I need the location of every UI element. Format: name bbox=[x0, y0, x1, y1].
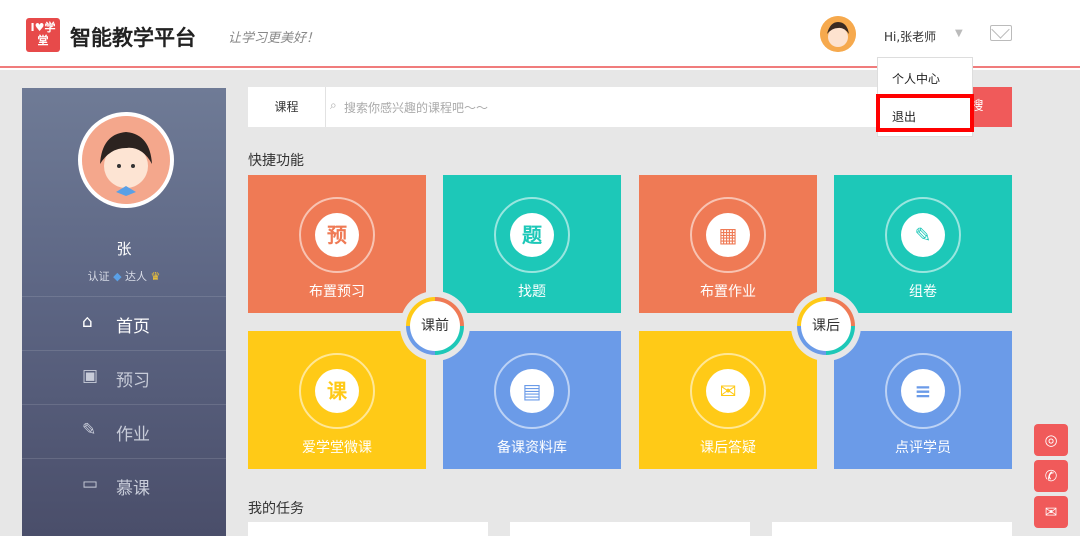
tile-micro-lessons[interactable]: 课 爱学堂微课 bbox=[248, 331, 426, 469]
nav-label: 预习 bbox=[116, 371, 150, 391]
task-card[interactable] bbox=[510, 522, 750, 542]
search-icon: ⌕ bbox=[330, 98, 337, 112]
user-avatar[interactable] bbox=[820, 16, 856, 52]
preview-icon: ▣ bbox=[82, 366, 99, 386]
chat-icon: ✉ bbox=[706, 369, 750, 413]
tile-find-questions[interactable]: 题 找题 bbox=[443, 175, 621, 313]
logo-text: I♥学堂 bbox=[30, 21, 56, 47]
nav-label: 作业 bbox=[116, 425, 150, 445]
search-category-select[interactable]: 课程 bbox=[248, 87, 326, 127]
book-icon: ▤ bbox=[510, 369, 554, 413]
tile-after-class-qa[interactable]: ✉ 课后答疑 bbox=[639, 331, 817, 469]
nav-item-preview[interactable]: ▣ 预习 bbox=[22, 350, 226, 402]
phase-label: 课前 bbox=[410, 301, 460, 351]
main-area: 张 认证 ◆ 达人 ♛ ⌂ 首页 ▣ 预习 ✎ 作业 ▭ 慕课 课程 ⌕ 搜索你… bbox=[0, 70, 1080, 542]
tile-label: 布置作业 bbox=[700, 284, 756, 300]
tile-compose-paper[interactable]: ✎ 组卷 bbox=[834, 175, 1012, 313]
tile-label: 布置预习 bbox=[309, 284, 365, 300]
mail-float-icon[interactable]: ✉ bbox=[1034, 496, 1068, 528]
tile-label: 组卷 bbox=[909, 284, 937, 300]
phase-before-class: 课前 bbox=[400, 291, 470, 361]
nav-item-home[interactable]: ⌂ 首页 bbox=[22, 296, 226, 348]
mail-icon[interactable] bbox=[990, 25, 1012, 41]
tile-resource-library[interactable]: ▤ 备课资料库 bbox=[443, 331, 621, 469]
user-greeting[interactable]: Hi,张老师 bbox=[884, 28, 936, 45]
support-icon[interactable]: ◎ bbox=[1034, 424, 1068, 456]
cert-label: 认证 bbox=[87, 270, 110, 283]
profile-name: 张 bbox=[116, 240, 132, 258]
question-search-icon: 题 bbox=[510, 213, 554, 257]
search-input[interactable]: 搜索你感兴趣的课程吧～～ bbox=[344, 99, 488, 116]
tile-label: 点评学员 bbox=[895, 440, 951, 456]
comment-icon: ≡ bbox=[901, 369, 945, 413]
my-tasks-title: 我的任务 bbox=[248, 501, 304, 517]
tile-label: 找题 bbox=[518, 284, 546, 300]
expert-label: 达人 bbox=[125, 270, 148, 283]
home-icon: ⌂ bbox=[82, 312, 93, 332]
profile-avatar[interactable] bbox=[78, 112, 174, 208]
calendar-icon: ▦ bbox=[706, 213, 750, 257]
quick-functions-title: 快捷功能 bbox=[248, 153, 304, 169]
sidebar: 张 认证 ◆ 达人 ♛ ⌂ 首页 ▣ 预习 ✎ 作业 ▭ 慕课 bbox=[22, 88, 226, 536]
mooc-icon: ▭ bbox=[82, 474, 99, 494]
nav-item-homework[interactable]: ✎ 作业 bbox=[22, 404, 226, 456]
document-edit-icon: ✎ bbox=[901, 213, 945, 257]
profile-badges: 认证 ◆ 达人 ♛ bbox=[22, 268, 226, 284]
shield-icon: ◆ bbox=[113, 270, 122, 283]
crown-icon: ♛ bbox=[150, 270, 161, 283]
preview-tile-icon: 预 bbox=[315, 213, 359, 257]
tile-assign-preview[interactable]: 预 布置预习 bbox=[248, 175, 426, 313]
brand-title: 智能教学平台 bbox=[70, 26, 196, 50]
nav-label: 慕课 bbox=[116, 479, 150, 499]
phone-icon[interactable]: ✆ bbox=[1034, 460, 1068, 492]
micro-lesson-icon: 课 bbox=[315, 369, 359, 413]
tile-label: 课后答疑 bbox=[700, 440, 756, 456]
tile-review-students[interactable]: ≡ 点评学员 bbox=[834, 331, 1012, 469]
phase-after-class: 课后 bbox=[791, 291, 861, 361]
task-card[interactable] bbox=[772, 522, 1012, 542]
tile-assign-homework[interactable]: ▦ 布置作业 bbox=[639, 175, 817, 313]
chevron-down-icon[interactable]: ▼ bbox=[955, 28, 963, 39]
phase-label: 课后 bbox=[801, 301, 851, 351]
tile-label: 备课资料库 bbox=[497, 440, 567, 456]
pencil-icon: ✎ bbox=[82, 420, 97, 440]
logo[interactable]: I♥学堂 bbox=[26, 18, 60, 52]
slogan: 让学习更美好！ bbox=[228, 31, 320, 46]
nav-item-mooc[interactable]: ▭ 慕课 bbox=[22, 458, 226, 510]
task-card[interactable] bbox=[248, 522, 488, 542]
tile-label: 爱学堂微课 bbox=[302, 440, 372, 456]
menu-item-profile[interactable]: 个人中心 bbox=[892, 70, 940, 87]
nav-label: 首页 bbox=[116, 317, 150, 337]
logout-highlight-box bbox=[876, 94, 974, 132]
